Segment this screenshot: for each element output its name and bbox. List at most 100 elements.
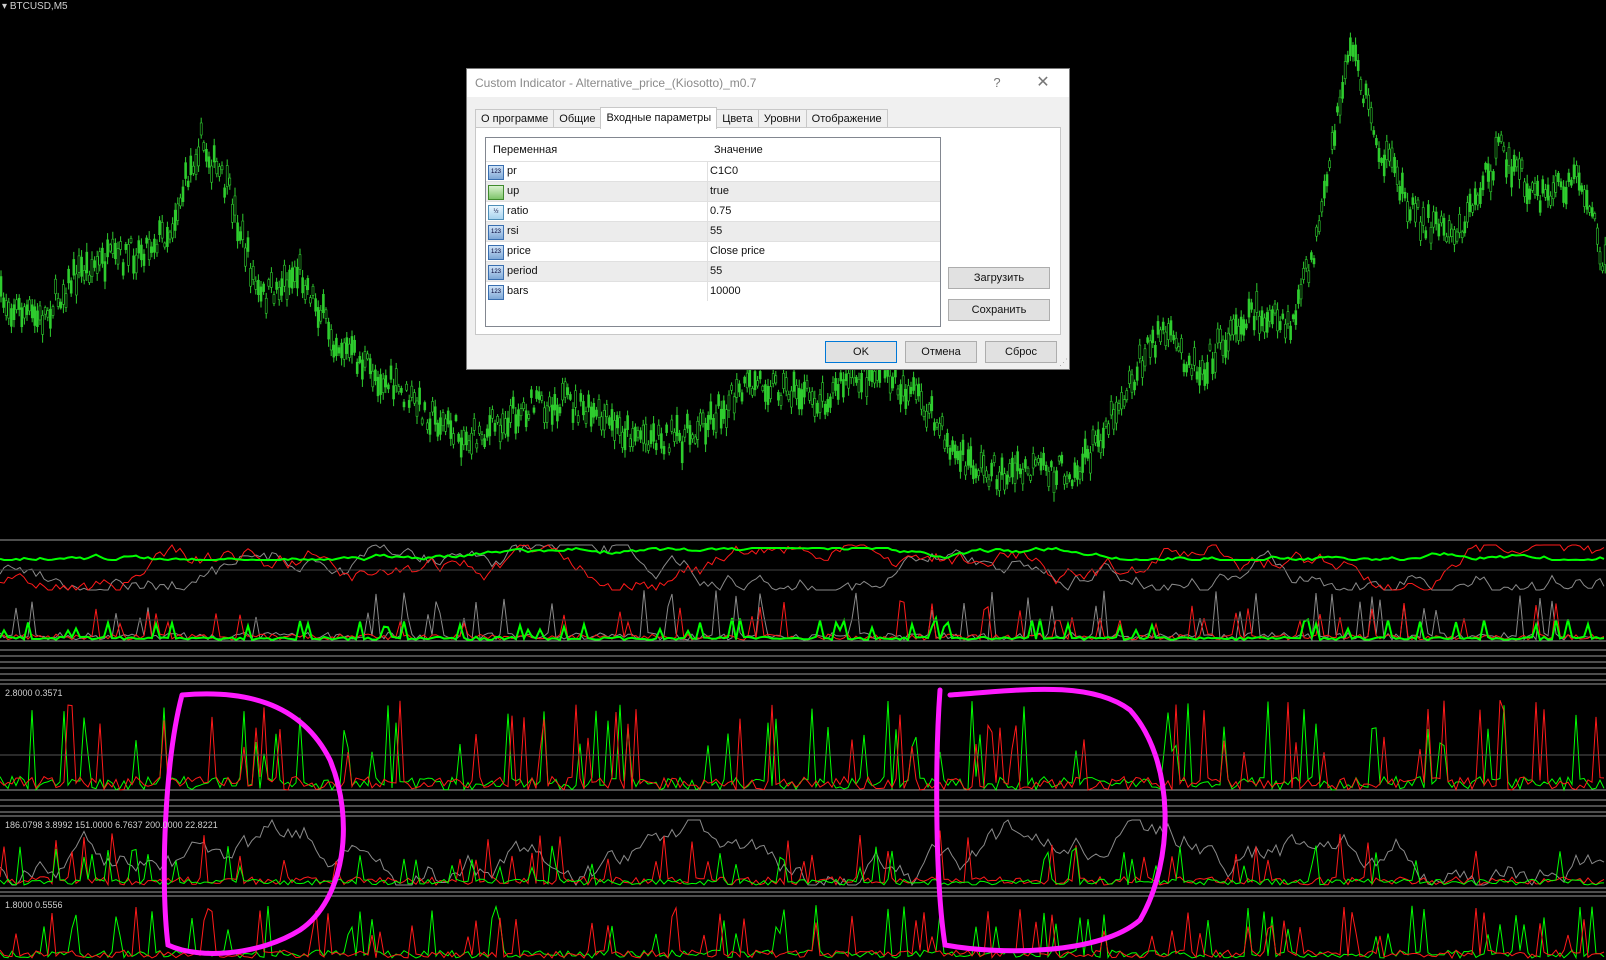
parameter-row[interactable]: ½ ratio 0.75 xyxy=(486,201,940,221)
save-button[interactable]: Сохранить xyxy=(948,299,1050,321)
variable-column-header[interactable]: Переменная xyxy=(493,144,557,156)
candle-body xyxy=(1601,265,1604,272)
candle-body xyxy=(207,156,211,168)
column-divider xyxy=(707,262,708,281)
candle-body xyxy=(1255,291,1259,313)
candle-body xyxy=(220,165,224,171)
dialog-titlebar[interactable]: Custom Indicator - Alternative_price_(Ki… xyxy=(467,69,1069,97)
parameter-row[interactable]: 123 rsi 55 xyxy=(486,221,940,241)
candle-body xyxy=(602,410,606,431)
tab-inputs[interactable]: Входные параметры xyxy=(600,107,718,129)
candle-body xyxy=(1286,311,1290,325)
candle-body xyxy=(98,251,102,266)
candle-body xyxy=(140,244,143,261)
candle-body xyxy=(1463,221,1467,234)
parameter-row[interactable]: up true xyxy=(486,181,940,201)
reset-button[interactable]: Сброс xyxy=(985,341,1057,363)
candle-body xyxy=(795,385,798,399)
parameter-value[interactable]: 0.75 xyxy=(710,205,731,217)
parameter-value[interactable]: 55 xyxy=(710,265,722,277)
candle-body xyxy=(847,373,850,389)
candle-body xyxy=(571,409,575,423)
parameter-value[interactable]: true xyxy=(710,185,729,197)
candle-body xyxy=(1076,465,1079,480)
parameter-value[interactable]: 10000 xyxy=(710,285,741,297)
candle-body xyxy=(1427,204,1430,218)
candle-body xyxy=(132,255,135,274)
candle-body xyxy=(1065,475,1069,484)
candle-body xyxy=(1346,54,1350,63)
close-icon[interactable]: ✕ xyxy=(1023,71,1063,95)
candle-body xyxy=(576,415,580,423)
tab-common[interactable]: Общие xyxy=(553,109,602,128)
help-button[interactable]: ? xyxy=(977,71,1017,95)
candle-body xyxy=(636,430,640,438)
candle-body xyxy=(181,186,185,202)
parameter-name: up xyxy=(507,185,520,197)
parameter-value[interactable]: 55 xyxy=(710,225,722,237)
candle-body xyxy=(1393,157,1396,174)
candle-body xyxy=(1343,61,1347,79)
candle-body xyxy=(186,180,190,188)
candle-body xyxy=(192,165,195,174)
candle-body xyxy=(600,416,603,431)
tab-colors[interactable]: Цвета xyxy=(716,109,759,128)
parameter-row[interactable]: 123 bars 10000 xyxy=(486,281,940,301)
candle-body xyxy=(1585,190,1589,210)
candle-body xyxy=(478,425,481,434)
resize-grip-icon[interactable]: ⋰ xyxy=(1059,357,1068,368)
candle-body xyxy=(803,381,806,398)
candle-body xyxy=(1489,170,1493,193)
load-button[interactable]: Загрузить xyxy=(948,267,1050,289)
parameter-value[interactable]: Close price xyxy=(710,245,765,257)
candle-body xyxy=(285,279,289,300)
parameter-value[interactable]: C1C0 xyxy=(710,165,738,177)
candle-body xyxy=(719,408,723,429)
candle-body xyxy=(740,392,744,402)
ok-button[interactable]: OK xyxy=(825,341,897,363)
candle-body xyxy=(1460,231,1464,239)
candle-body xyxy=(1112,409,1116,430)
candle-body xyxy=(1174,337,1178,349)
candle-body xyxy=(688,425,692,445)
candle-body xyxy=(717,394,720,407)
candle-body xyxy=(784,377,788,392)
candle-body xyxy=(1024,459,1027,469)
candle-body xyxy=(540,395,544,401)
value-column-header[interactable]: Значение xyxy=(714,144,763,156)
parameter-row[interactable]: 123 period 55 xyxy=(486,261,940,281)
candle-body xyxy=(1414,203,1417,223)
candle-body xyxy=(1557,172,1560,183)
green-line xyxy=(0,845,1605,887)
cancel-button[interactable]: Отмена xyxy=(905,341,977,363)
parameter-row[interactable]: 123 pr C1C0 xyxy=(486,161,940,181)
parameter-row[interactable]: 123 price Close price xyxy=(486,241,940,261)
double-icon: ½ xyxy=(488,205,504,220)
candle-body xyxy=(1273,303,1277,314)
candle-body xyxy=(1109,401,1113,416)
candle-body xyxy=(558,407,562,414)
candle-body xyxy=(1271,309,1274,325)
candle-body xyxy=(103,261,107,282)
candle-body xyxy=(537,391,541,400)
candle-body xyxy=(1580,185,1584,192)
candle-body xyxy=(634,426,637,442)
subwindow-label-3: 1.8000 0.5556 xyxy=(5,900,63,910)
candle-body xyxy=(280,278,284,296)
candle-body xyxy=(613,420,616,441)
indicator-dialog: Custom Indicator - Alternative_price_(Ki… xyxy=(466,68,1070,370)
candle-body xyxy=(290,267,294,289)
symbol-text: BTCUSD,M5 xyxy=(9,1,68,12)
tab-about[interactable]: О программе xyxy=(475,109,555,128)
candle-body xyxy=(85,251,89,274)
candle-body xyxy=(142,253,146,266)
candle-body xyxy=(727,394,731,411)
gray-line xyxy=(0,544,1605,591)
tab-visualization[interactable]: Отображение xyxy=(805,109,888,128)
tab-levels[interactable]: Уровни xyxy=(757,109,807,128)
candle-body xyxy=(1050,461,1053,468)
candle-body xyxy=(943,439,947,449)
candle-body xyxy=(194,153,198,175)
candle-body xyxy=(1260,310,1264,327)
candle-body xyxy=(667,447,671,453)
